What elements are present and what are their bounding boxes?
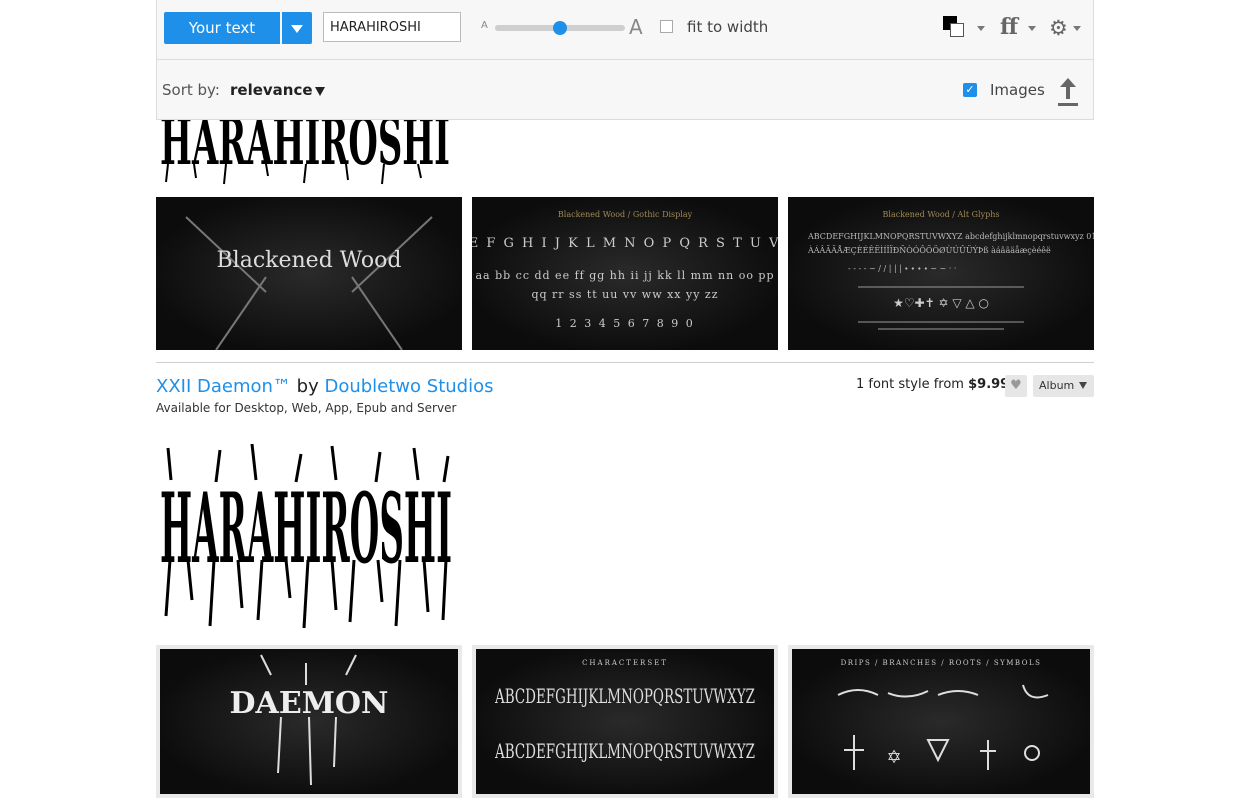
settings-caret-icon[interactable]: [1073, 26, 1081, 31]
svg-text:★♡✚✝ ✡ ▽ △ ○: ★♡✚✝ ✡ ▽ △ ○: [893, 296, 989, 310]
thumbnail-title: Blackened Wood / Gothic Display: [558, 210, 693, 219]
images-label[interactable]: Images: [990, 81, 1045, 99]
svg-text:1 2 3 4 5 6 7 8 9 0: 1 2 3 4 5 6 7 8 9 0: [555, 317, 694, 330]
font-result-title: XXII Daemon™ by Doubletwo Studios: [156, 376, 493, 397]
font-thumbnail-3[interactable]: DRIPS / BRANCHES / ROOTS / SYMBOLS ✡: [788, 645, 1094, 798]
font-thumbnail-2[interactable]: CHARACTERSET ABCDEFGHIJKLMNOPQRSTUVWXYZ …: [472, 645, 778, 798]
sort-caret-icon[interactable]: [315, 87, 325, 96]
fit-to-width-checkbox[interactable]: [660, 20, 673, 33]
size-big-label: A: [629, 15, 643, 39]
font-styles-text: 1 font style from: [856, 377, 964, 392]
fit-to-width-label[interactable]: fit to width: [687, 18, 768, 36]
toolbar-row-preview: Your text A A fit to width ff ⚙: [157, 0, 1093, 60]
font-styles-price[interactable]: 1 font style from $9.99: [856, 377, 1009, 392]
preview-text-input[interactable]: [323, 12, 461, 42]
album-label: Album: [1039, 379, 1075, 392]
previous-font-thumbnail-2[interactable]: Blackened Wood / Gothic Display A B C D …: [472, 197, 778, 350]
color-picker-caret-icon[interactable]: [977, 26, 985, 31]
font-sample-preview[interactable]: HARAHIROSHI: [156, 440, 456, 632]
album-button[interactable]: Album: [1033, 375, 1094, 397]
sort-select[interactable]: relevance: [230, 81, 313, 99]
font-price: $9.99: [968, 377, 1010, 392]
images-checkbox[interactable]: ✓: [963, 83, 977, 97]
opentype-features-icon[interactable]: ff: [1000, 14, 1018, 40]
svg-text:qq rr ss tt uu vv ww xx yy zz: qq rr ss tt uu vv ww xx yy zz: [531, 288, 718, 301]
upload-icon[interactable]: [1057, 78, 1079, 106]
font-toolbar: Your text A A fit to width ff ⚙ Sort by:…: [156, 0, 1094, 120]
size-slider-handle[interactable]: [553, 21, 567, 35]
previous-font-thumbnail-1[interactable]: Blackened Wood: [156, 197, 462, 350]
heart-icon[interactable]: ♥: [1005, 375, 1027, 397]
size-slider[interactable]: [495, 21, 625, 35]
album-caret-icon: [1079, 382, 1087, 389]
size-small-label: A: [481, 20, 488, 31]
availability-text: Available for Desktop, Web, App, Epub an…: [156, 401, 457, 415]
thumbnail-title: DAEMON: [230, 686, 389, 721]
svg-text:ABCDEFGHIJKLMNOPQRSTUVWXYZ: ABCDEFGHIJKLMNOPQRSTUVWXYZ: [494, 739, 755, 763]
font-sample-text: HARAHIROSHI: [160, 472, 452, 585]
size-slider-fill: [495, 25, 560, 31]
your-text-dropdown-button[interactable]: [282, 12, 312, 44]
previous-font-thumbnail-3[interactable]: Blackened Wood / Alt Glyphs ABCDEFGHIJKL…: [788, 197, 1094, 350]
thumbnail-title: CHARACTERSET: [582, 659, 668, 667]
toolbar-row-sort: Sort by: relevance ✓ Images: [157, 60, 1093, 120]
svg-text:- - - - ~ / / | | | ∙ ∙ ∙ ∙ ~: - - - - ~ / / | | | ∙ ∙ ∙ ∙ ~ ~ · ·: [848, 264, 956, 273]
svg-text:ABCDEFGHIJKLMNOPQRSTUVWXYZ: ABCDEFGHIJKLMNOPQRSTUVWXYZ: [494, 684, 755, 708]
gear-icon[interactable]: ⚙: [1049, 16, 1068, 40]
your-text-button[interactable]: Your text: [164, 12, 280, 44]
svg-text:aa bb cc dd ee ff gg hh ii jj: aa bb cc dd ee ff gg hh ii jj kk ll mm n…: [475, 269, 774, 282]
font-thumbnail-1[interactable]: DAEMON: [156, 645, 462, 798]
svg-text:ABCDEFGHIJKLMNOPQRSTUVWXYZ abc: ABCDEFGHIJKLMNOPQRSTUVWXYZ abcdefghijklm…: [807, 232, 1094, 241]
font-by-label: by: [296, 376, 319, 397]
opentype-features-caret-icon[interactable]: [1028, 26, 1036, 31]
svg-text:✡: ✡: [886, 747, 901, 768]
thumbnail-title: Blackened Wood: [217, 248, 402, 273]
foundry-link[interactable]: Doubletwo Studios: [324, 376, 493, 397]
font-name-link[interactable]: XXII Daemon™: [156, 376, 291, 397]
result-divider: [156, 362, 1094, 363]
sort-by-label: Sort by:: [162, 81, 220, 99]
color-picker-icon[interactable]: [943, 16, 969, 42]
svg-text:A B C D E F G H I J K L M N O: A B C D E F G H I J K L M N O P Q R S T …: [472, 236, 778, 251]
thumbnail-title: Blackened Wood / Alt Glyphs: [883, 210, 1000, 219]
thumbnail-title: DRIPS / BRANCHES / ROOTS / SYMBOLS: [841, 659, 1042, 667]
svg-text:ÀÁÂÃÄÅÆÇÈÉÊËÌÍÎÏÐÑÒÓÔÕÖØÙÚÛÜÝÞ: ÀÁÂÃÄÅÆÇÈÉÊËÌÍÎÏÐÑÒÓÔÕÖØÙÚÛÜÝÞß àáâãäåæç…: [807, 246, 1051, 255]
